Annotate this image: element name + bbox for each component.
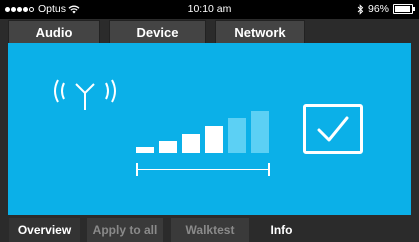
signal-strength-bars	[136, 108, 270, 153]
bottom-tab-bar: Overview Apply to all Walktest Info	[0, 218, 419, 242]
tab-label: Walktest	[185, 223, 235, 237]
range-start-tick	[136, 163, 138, 176]
battery-percentage: 96%	[367, 3, 389, 15]
signal-bar	[228, 118, 246, 153]
signal-bar	[251, 111, 269, 153]
signal-bar	[205, 126, 223, 153]
battery-icon	[393, 4, 415, 14]
tab-label: Apply to all	[92, 223, 158, 237]
top-tab-bar: Audio Device Network	[0, 19, 419, 43]
tab-label: Audio	[35, 24, 73, 40]
checkmark-icon	[317, 116, 349, 142]
tab-label: Overview	[17, 223, 72, 237]
signal-bar	[136, 147, 154, 153]
antenna-icon	[54, 79, 116, 110]
signal-bar	[182, 134, 200, 153]
apply-to-all-button[interactable]: Apply to all	[87, 218, 163, 242]
range-indicator-line	[136, 169, 270, 170]
tab-audio[interactable]: Audio	[8, 20, 100, 43]
status-bar: Optus 10:10 am 96%	[0, 0, 419, 19]
walktest-button[interactable]: Walktest	[171, 218, 249, 242]
tab-label: Network	[234, 24, 286, 40]
range-end-tick	[268, 163, 270, 176]
tab-network[interactable]: Network	[215, 20, 305, 43]
tab-info[interactable]: Info	[256, 218, 307, 242]
bluetooth-icon	[357, 3, 364, 15]
signal-bar	[159, 141, 177, 153]
tab-label: Device	[136, 24, 179, 40]
checkbox-checked[interactable]	[303, 104, 363, 154]
tab-device[interactable]: Device	[109, 20, 206, 43]
tab-overview[interactable]: Overview	[9, 218, 80, 242]
tab-label: Info	[270, 223, 293, 237]
